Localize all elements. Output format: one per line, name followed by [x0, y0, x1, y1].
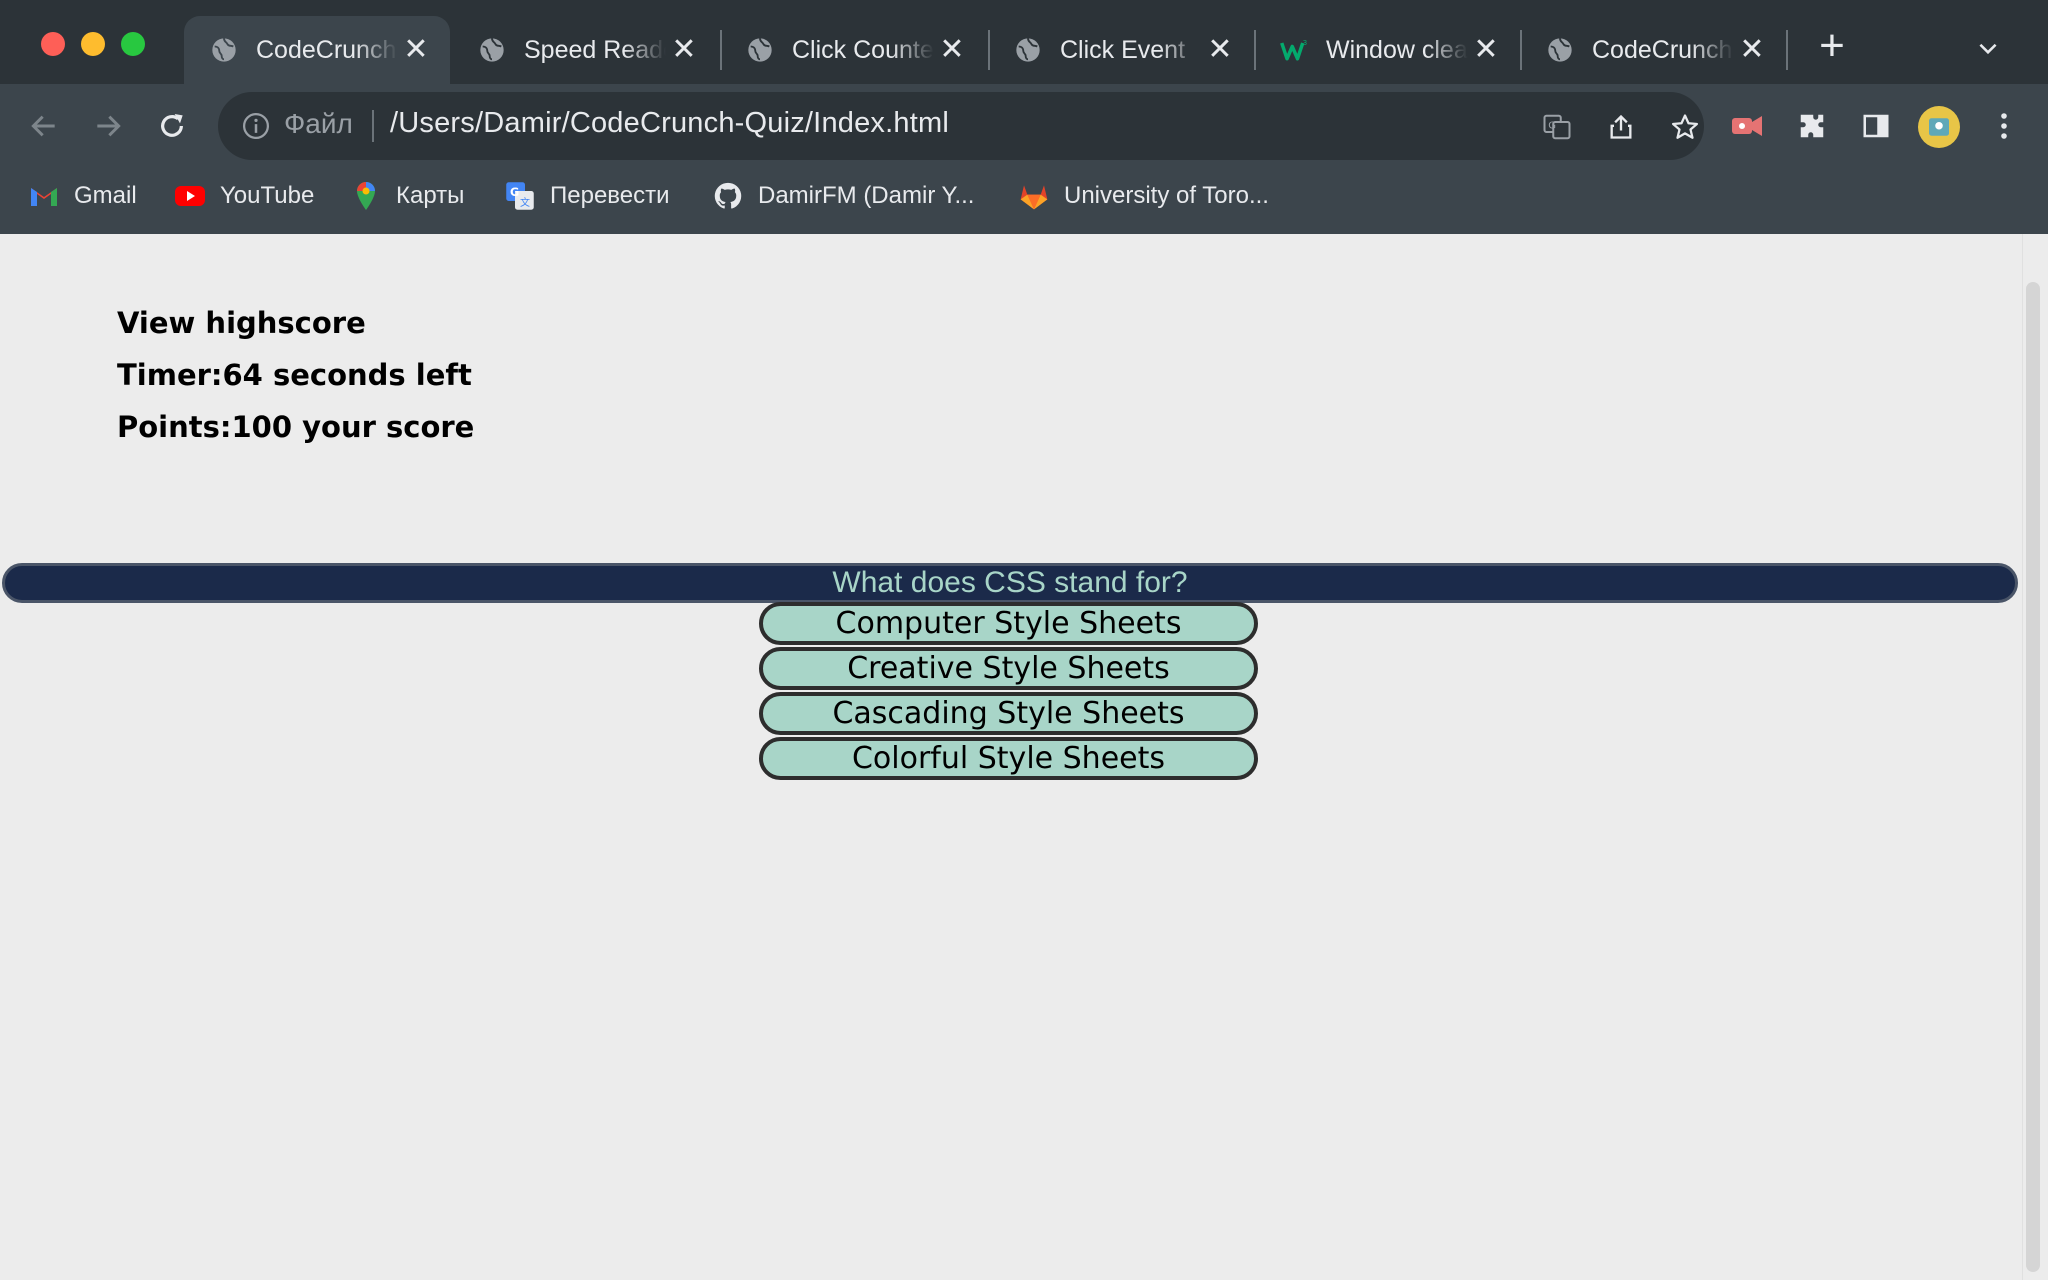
- profile-avatar[interactable]: [1918, 106, 1960, 148]
- github-icon: [712, 180, 744, 212]
- bookmark-github[interactable]: DamirFM (Damir Y...: [712, 178, 974, 214]
- maps-icon: [350, 180, 382, 212]
- tab-title: Click Event: [1060, 35, 1186, 64]
- globe-icon: [210, 36, 238, 64]
- scrollbar-thumb[interactable]: [2026, 282, 2040, 1272]
- answer-button[interactable]: Colorful Style Sheets: [759, 737, 1258, 780]
- close-tab-icon[interactable]: ✕: [398, 32, 434, 68]
- bookmark-label: DamirFM (Damir Y...: [758, 182, 975, 209]
- bookmark-star-icon[interactable]: [1668, 110, 1702, 144]
- extension-video-icon[interactable]: [1728, 106, 1768, 146]
- new-tab-button[interactable]: +: [1810, 24, 1854, 70]
- info-icon[interactable]: [240, 110, 272, 142]
- globe-icon: [1014, 36, 1042, 64]
- close-tab-icon[interactable]: ✕: [1202, 32, 1238, 68]
- bookmark-gmail[interactable]: Gmail: [28, 178, 137, 214]
- answer-button[interactable]: Cascading Style Sheets: [759, 692, 1258, 735]
- menu-kebab-icon[interactable]: [1984, 106, 2024, 146]
- arrow-right-icon: [97, 115, 121, 137]
- share-icon[interactable]: [1604, 110, 1638, 144]
- svg-text:文: 文: [520, 196, 530, 209]
- globe-icon: [746, 36, 774, 64]
- youtube-icon: [174, 180, 206, 212]
- question-heading: What does CSS stand for?: [2, 563, 2018, 603]
- answer-button[interactable]: Creative Style Sheets: [759, 647, 1258, 690]
- bookmark-label: Карты: [396, 182, 465, 209]
- tab-separator: [1786, 30, 1788, 70]
- answer-button[interactable]: Computer Style Sheets: [759, 602, 1258, 645]
- tab-codecrunch-quiz-2[interactable]: CodeCrunch-Quiz ✕: [1520, 16, 1786, 84]
- reload-icon: [161, 114, 183, 137]
- globe-icon: [1546, 36, 1574, 64]
- view-highscore-link[interactable]: View highscore: [117, 306, 366, 340]
- gmail-icon: [28, 180, 60, 212]
- tab-click-counter[interactable]: Click Counter ✕: [720, 16, 986, 84]
- bookmark-label: Перевести: [550, 182, 670, 209]
- avatar-icon: [1929, 118, 1949, 136]
- tab-title: CodeCrunch-Quiz: [256, 35, 398, 64]
- forward-button[interactable]: [86, 104, 130, 148]
- close-tab-icon[interactable]: ✕: [934, 32, 970, 68]
- tab-window-clearinterval[interactable]: 3 Window clearInterval ✕: [1254, 16, 1520, 84]
- close-tab-icon[interactable]: ✕: [666, 32, 702, 68]
- translate-icon: G文: [504, 180, 536, 212]
- arrow-left-icon: [31, 115, 55, 137]
- close-window-button[interactable]: [41, 32, 65, 56]
- maximize-window-button[interactable]: [121, 32, 145, 56]
- bookmark-maps[interactable]: Карты: [350, 178, 464, 214]
- bookmark-university[interactable]: University of Toro...: [1018, 178, 1269, 214]
- extensions-puzzle-icon[interactable]: [1792, 106, 1832, 146]
- address-bar[interactable]: Файл /Users/Damir/CodeCrunch-Quiz/Index.…: [218, 92, 1704, 160]
- reload-button[interactable]: [150, 104, 194, 148]
- bookmark-label: YouTube: [220, 182, 315, 209]
- close-tab-icon[interactable]: ✕: [1468, 32, 1504, 68]
- chevron-down-icon: [1979, 43, 1997, 55]
- bookmark-translate[interactable]: G文 Перевести: [504, 178, 670, 214]
- bookmark-youtube[interactable]: YouTube: [174, 178, 314, 214]
- scheme-label: Файл: [284, 108, 353, 139]
- translate-page-icon[interactable]: G: [1540, 110, 1574, 144]
- tab-click-event[interactable]: Click Event ✕: [988, 16, 1254, 84]
- svg-text:G: G: [510, 186, 519, 199]
- back-button[interactable]: [22, 104, 66, 148]
- tab-title: CodeCrunch-Quiz: [1592, 35, 1734, 64]
- points-text: Points:100 your score: [117, 410, 475, 444]
- gitlab-icon: [1018, 180, 1050, 212]
- address-divider: [372, 110, 374, 142]
- tab-speed-reader[interactable]: Speed Reader ✕: [452, 16, 718, 84]
- tab-codecrunch-quiz[interactable]: CodeCrunch-Quiz ✕: [184, 16, 450, 84]
- bookmark-label: University of Toro...: [1064, 182, 1269, 209]
- bookmark-label: Gmail: [74, 182, 137, 209]
- tab-title: Speed Reader: [524, 35, 666, 64]
- tab-title: Click Counter: [792, 35, 934, 64]
- tab-search-button[interactable]: [1972, 32, 2004, 64]
- w3schools-icon: 3: [1280, 36, 1308, 64]
- svg-text:G: G: [1548, 120, 1556, 131]
- timer-text: Timer:64 seconds left: [117, 358, 472, 392]
- globe-icon: [478, 36, 506, 64]
- browser-chrome: CodeCrunch-Quiz ✕ Speed Reader ✕ Click C…: [0, 0, 2048, 234]
- side-panel-icon[interactable]: [1856, 106, 1896, 146]
- tab-strip: CodeCrunch-Quiz ✕ Speed Reader ✕ Click C…: [0, 0, 2048, 84]
- url-text[interactable]: /Users/Damir/CodeCrunch-Quiz/Index.html: [390, 107, 949, 140]
- svg-text:3: 3: [1303, 39, 1307, 47]
- minimize-window-button[interactable]: [81, 32, 105, 56]
- close-tab-icon[interactable]: ✕: [1734, 32, 1770, 68]
- tab-title: Window clearInterval: [1326, 35, 1468, 64]
